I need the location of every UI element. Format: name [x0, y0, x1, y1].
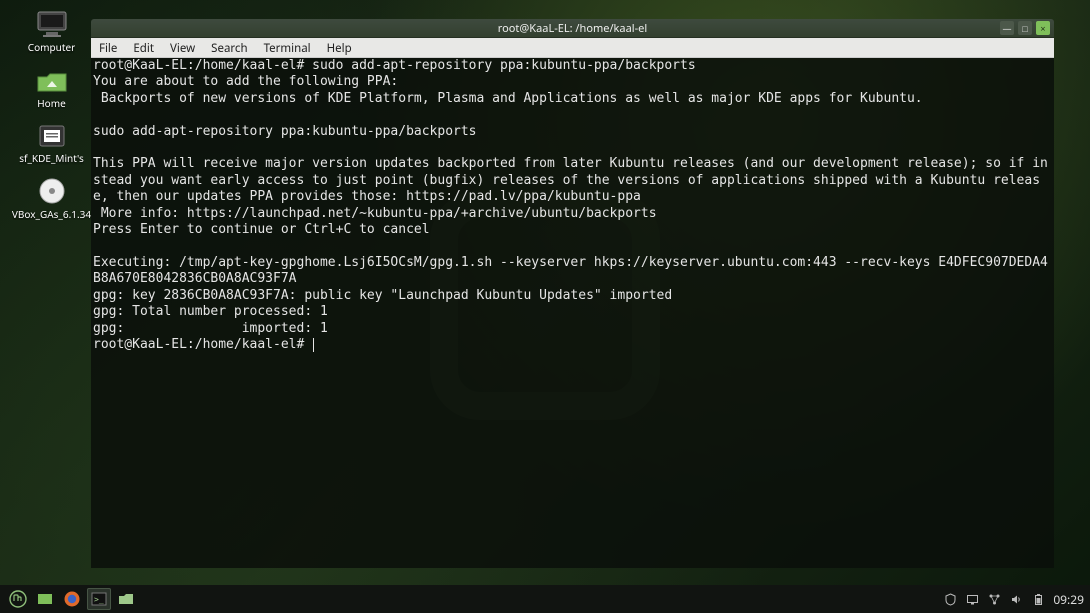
desktop-icon-computer[interactable]: Computer	[4, 4, 99, 56]
taskbar: >_ 09:29	[0, 585, 1090, 613]
window-minimize-button[interactable]: —	[1000, 21, 1014, 35]
terminal-output[interactable]: root@KaaL-EL:/home/kaal-el# sudo add-apt…	[91, 58, 1054, 568]
computer-icon	[31, 6, 73, 42]
desktop-icon-label: VBox_GAs_6.1.34	[12, 209, 91, 221]
shield-icon[interactable]	[943, 592, 957, 606]
desktop-icons: Computer Home sf_KDE_Mint's	[4, 4, 99, 222]
menu-view[interactable]: View	[162, 38, 203, 57]
task-terminal[interactable]: >_	[87, 588, 111, 610]
home-folder-icon	[31, 62, 73, 98]
disc-icon	[31, 173, 73, 209]
desktop-icon-vbox[interactable]: VBox_GAs_6.1.34	[4, 171, 99, 223]
shared-folder-icon	[31, 117, 73, 153]
svg-text:>_: >_	[94, 595, 104, 604]
menu-edit[interactable]: Edit	[125, 38, 162, 57]
desktop-icon-shared[interactable]: sf_KDE_Mint's	[4, 115, 99, 167]
volume-icon[interactable]	[1009, 592, 1023, 606]
network-icon[interactable]	[987, 592, 1001, 606]
start-menu-button[interactable]	[6, 588, 30, 610]
task-files[interactable]	[114, 588, 138, 610]
window-titlebar[interactable]: root@KaaL-EL: /home/kaal-el — □ ×	[91, 19, 1054, 38]
terminal-window: root@KaaL-EL: /home/kaal-el — □ × File E…	[91, 19, 1054, 568]
desktop-icon-label: sf_KDE_Mint's	[19, 153, 84, 165]
panel-clock[interactable]: 09:29	[1053, 591, 1084, 608]
desktop-icon-label: Computer	[28, 42, 75, 54]
desktop-icon-label: Home	[37, 98, 65, 110]
menu-file[interactable]: File	[91, 38, 125, 57]
task-firefox[interactable]	[60, 588, 84, 610]
menu-bar: File Edit View Search Terminal Help	[91, 38, 1054, 58]
window-title: root@KaaL-EL: /home/kaal-el	[498, 21, 647, 36]
display-icon[interactable]	[965, 592, 979, 606]
battery-icon[interactable]	[1031, 592, 1045, 606]
menu-help[interactable]: Help	[319, 38, 360, 57]
window-close-button[interactable]: ×	[1036, 21, 1050, 35]
show-desktop-button[interactable]	[33, 588, 57, 610]
desktop-icon-home[interactable]: Home	[4, 60, 99, 112]
menu-terminal[interactable]: Terminal	[256, 38, 319, 57]
window-maximize-button[interactable]: □	[1018, 21, 1032, 35]
menu-search[interactable]: Search	[203, 38, 255, 57]
